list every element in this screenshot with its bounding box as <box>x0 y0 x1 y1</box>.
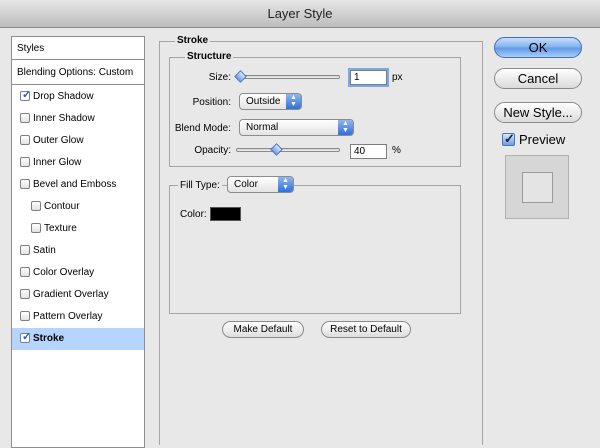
style-item-outer-glow[interactable]: Outer Glow <box>12 130 144 152</box>
fill-type-label: Fill Type: <box>178 180 222 191</box>
style-item-stroke[interactable]: ✓ Stroke <box>12 328 144 350</box>
style-item-pattern-overlay[interactable]: Pattern Overlay <box>12 306 144 328</box>
styles-header[interactable]: Styles <box>12 37 144 60</box>
opacity-field[interactable]: 40 <box>350 144 387 159</box>
make-default-button[interactable]: Make Default <box>222 321 304 338</box>
structure-group: Structure Size: 1 px Position: Outside ▲… <box>169 51 461 167</box>
fill-group: Fill Type: Color ▲ ▼ Color: <box>169 176 461 314</box>
style-item-bevel-and-emboss[interactable]: Bevel and Emboss <box>12 174 144 196</box>
window-titlebar: Layer Style <box>0 0 600 28</box>
new-style-button[interactable]: New Style... <box>494 102 582 123</box>
stroke-group-title: Stroke <box>175 35 211 46</box>
window-title: Layer Style <box>267 6 333 21</box>
style-item-texture[interactable]: Texture <box>12 218 144 240</box>
style-item-label: Inner Shadow <box>33 113 95 124</box>
checkmark-icon: ✓ <box>504 131 515 146</box>
style-item-color-overlay[interactable]: Color Overlay <box>12 262 144 284</box>
updown-arrows-icon: ▲ ▼ <box>286 94 301 109</box>
style-checkbox[interactable] <box>20 267 30 277</box>
style-item-label: Color Overlay <box>33 267 95 278</box>
style-checkbox[interactable] <box>20 135 30 145</box>
structure-title: Structure <box>185 51 234 62</box>
preview-label: Preview <box>519 132 566 147</box>
style-item-gradient-overlay[interactable]: Gradient Overlay <box>12 284 144 306</box>
reset-to-default-button[interactable]: Reset to Default <box>321 321 411 338</box>
style-checkbox[interactable]: ✓ <box>20 331 32 343</box>
style-item-label: Inner Glow <box>33 157 82 168</box>
preview-checkbox[interactable]: ✓ <box>502 131 515 146</box>
opacity-label: Opacity: <box>194 145 231 156</box>
style-item-label: Pattern Overlay <box>33 311 103 322</box>
size-unit: px <box>392 72 403 83</box>
preview-swatch <box>522 172 553 203</box>
opacity-slider-thumb[interactable] <box>270 143 283 156</box>
blend-mode-value: Normal <box>246 122 279 133</box>
blend-mode-select[interactable]: Normal ▲ ▼ <box>239 119 354 136</box>
size-label: Size: <box>208 72 231 83</box>
updown-arrows-icon: ▲ ▼ <box>278 177 293 192</box>
size-slider[interactable] <box>236 75 340 79</box>
fill-type-value: Color <box>234 179 258 190</box>
style-item-label: Stroke <box>33 333 65 344</box>
style-checkbox[interactable] <box>31 223 41 233</box>
style-checkbox[interactable] <box>20 157 30 167</box>
style-item-label: Satin <box>33 245 56 256</box>
style-item-label: Contour <box>44 201 80 212</box>
style-checkbox[interactable] <box>20 245 30 255</box>
size-field[interactable]: 1 <box>348 68 389 87</box>
style-item-label: Drop Shadow <box>33 91 94 102</box>
style-item-label: Texture <box>44 223 77 234</box>
blending-options-item[interactable]: Blending Options: Custom <box>12 61 144 85</box>
preview-thumbnail <box>505 155 569 219</box>
color-label: Color: <box>180 209 207 220</box>
style-checkbox[interactable]: ✓ <box>20 89 32 101</box>
style-checkbox[interactable] <box>20 113 30 123</box>
styles-list: Styles Blending Options: Custom ✓ Drop Sh… <box>11 36 145 448</box>
blend-mode-label: Blend Mode: <box>174 123 231 134</box>
style-item-satin[interactable]: Satin <box>12 240 144 262</box>
style-item-label: Outer Glow <box>33 135 84 146</box>
opacity-unit: % <box>392 145 401 156</box>
style-item-label: Gradient Overlay <box>33 289 109 300</box>
position-label: Position: <box>192 97 231 108</box>
position-value: Outside <box>246 96 281 107</box>
color-swatch[interactable] <box>210 207 241 221</box>
position-select[interactable]: Outside ▲ ▼ <box>239 93 302 110</box>
style-item-drop-shadow[interactable]: ✓ Drop Shadow <box>12 86 144 108</box>
checkmark-icon: ✓ <box>22 89 32 101</box>
opacity-slider[interactable] <box>236 148 340 152</box>
checkmark-icon: ✓ <box>22 331 32 343</box>
style-item-inner-shadow[interactable]: Inner Shadow <box>12 108 144 130</box>
style-checkbox[interactable] <box>20 179 30 189</box>
updown-arrows-icon: ▲ ▼ <box>338 120 353 135</box>
ok-button[interactable]: OK <box>494 37 582 58</box>
style-checkbox[interactable] <box>20 311 30 321</box>
size-slider-thumb[interactable] <box>234 70 247 83</box>
style-item-label: Bevel and Emboss <box>33 179 117 190</box>
style-checkbox[interactable] <box>31 201 41 211</box>
style-item-inner-glow[interactable]: Inner Glow <box>12 152 144 174</box>
fill-type-select[interactable]: Color ▲ ▼ <box>227 176 294 193</box>
style-checkbox[interactable] <box>20 289 30 299</box>
cancel-button[interactable]: Cancel <box>494 68 582 89</box>
style-item-contour[interactable]: Contour <box>12 196 144 218</box>
